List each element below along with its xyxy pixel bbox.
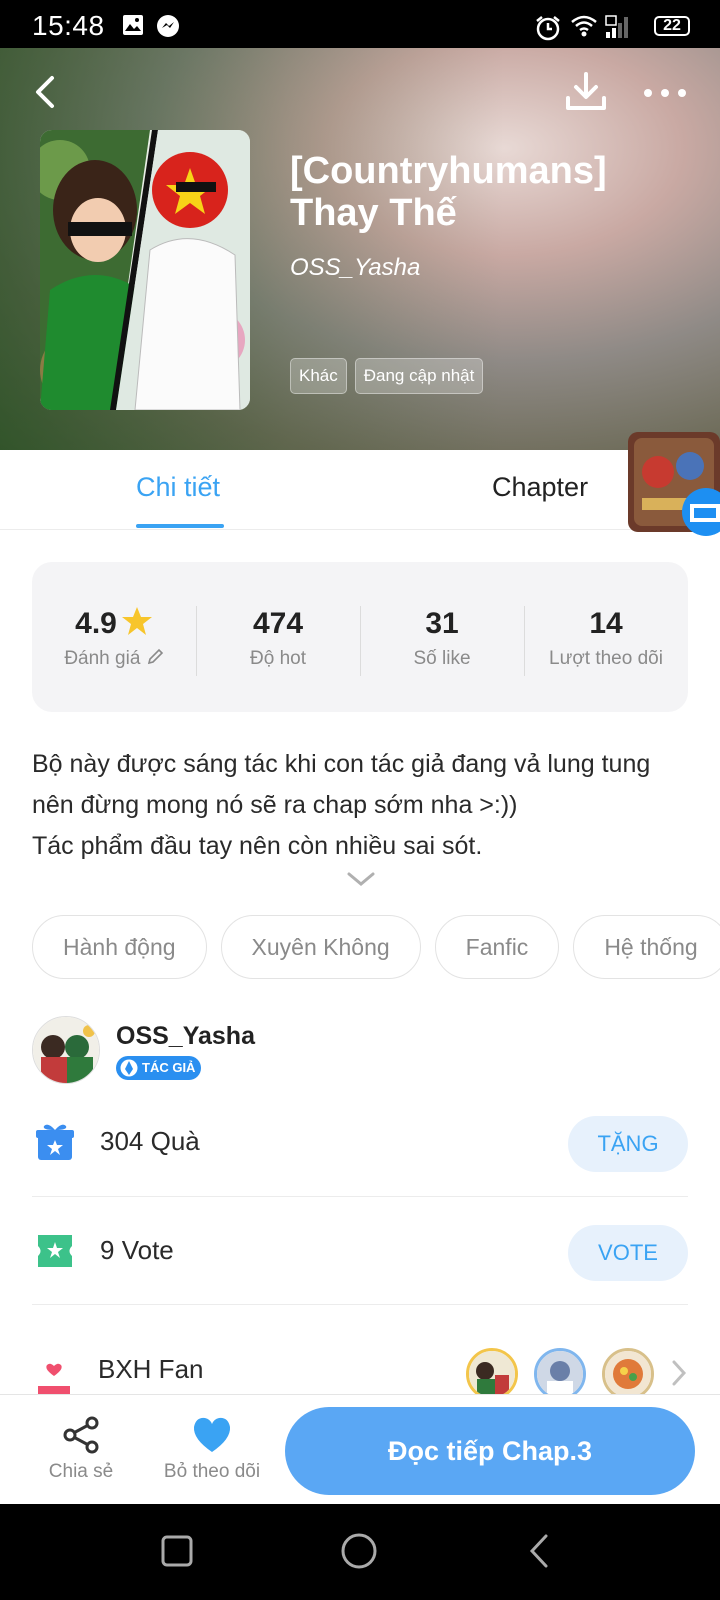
stat-hot: 474 Độ hot	[196, 604, 360, 676]
status-bar: 15:48 22	[0, 0, 720, 48]
gift-icon	[36, 1124, 74, 1160]
battery-indicator: 22	[654, 16, 690, 36]
story-author[interactable]: OSS_Yasha	[290, 254, 420, 282]
vote-count: 9	[100, 1235, 115, 1265]
gift-button[interactable]: TẶNG	[568, 1116, 688, 1172]
top-fans	[466, 1348, 654, 1400]
system-navigation-bar	[0, 1504, 720, 1600]
messenger-notification-icon	[157, 15, 179, 37]
recent-apps-icon[interactable]	[160, 1534, 194, 1568]
wifi-icon	[571, 15, 597, 37]
chevron-right-icon[interactable]	[670, 1358, 688, 1388]
share-button[interactable]: Chia sẻ	[46, 1415, 116, 1483]
story-description[interactable]: Bộ này được sáng tác khi con tác giả đan…	[32, 744, 692, 867]
likes-label: Số like	[413, 648, 471, 669]
back-arrow-icon[interactable]	[26, 70, 70, 114]
tag-category[interactable]: Khác	[290, 358, 347, 394]
hot-value: 474	[252, 607, 304, 640]
stat-likes: 31 Số like	[360, 604, 524, 676]
status-time: 15:48	[32, 10, 105, 41]
tab-bar: Chi tiết Chapter	[0, 450, 720, 530]
more-options-icon[interactable]	[640, 76, 690, 110]
followers-label: Lượt theo dõi	[549, 648, 663, 669]
stat-followers: 14 Lượt theo dõi	[524, 604, 688, 676]
fan-ranking-row[interactable]: BXH Fan	[32, 1340, 688, 1402]
votes-row: 9 Vote VOTE	[32, 1197, 688, 1305]
description-line-1: Bộ này được sáng tác khi con tác giả đan…	[32, 750, 651, 819]
tag-status: Đang cập nhật	[354, 358, 484, 394]
genre-chip[interactable]: Xuyên Không	[220, 915, 421, 979]
genre-chip[interactable]: Hành động	[32, 915, 207, 979]
author-profile[interactable]: OSS_Yasha TÁC GIẢ	[32, 1016, 692, 1086]
expand-chevron-icon[interactable]	[346, 870, 376, 890]
rating-label: Đánh giá	[64, 648, 141, 669]
tab-chapter[interactable]: Chapter	[492, 472, 588, 503]
share-label: Chia sẻ	[48, 1461, 114, 1482]
alarm-icon	[536, 16, 560, 41]
share-icon	[63, 1416, 99, 1454]
hot-label: Độ hot	[250, 648, 306, 669]
signal-icon	[605, 15, 628, 38]
gift-count: 304	[100, 1126, 144, 1156]
unfollow-label: Bỏ theo dõi	[163, 1461, 261, 1482]
author-avatar[interactable]	[32, 1016, 100, 1084]
description-line-2: Tác phẩm đầu tay nên còn nhiều sai sót.	[32, 832, 483, 860]
likes-value: 31	[425, 607, 459, 640]
fan-ranking-title: BXH Fan	[98, 1354, 204, 1384]
star-icon	[121, 607, 152, 635]
home-icon[interactable]	[340, 1532, 378, 1570]
fan-avatar[interactable]	[602, 1348, 654, 1400]
rating-value: 4.9	[75, 607, 117, 640]
story-cover-image[interactable]	[40, 130, 250, 410]
gift-label: Quà	[150, 1126, 200, 1156]
stat-rating[interactable]: 4.9 Đánh giá	[32, 604, 196, 670]
author-role-badge: TÁC GIẢ	[116, 1056, 202, 1080]
system-back-icon[interactable]	[526, 1532, 552, 1570]
story-title: [Countryhumans] Thay Thế	[290, 150, 607, 234]
continue-reading-button[interactable]: Đọc tiếp Chap.3	[285, 1407, 695, 1495]
fan-avatar[interactable]	[534, 1348, 586, 1400]
gifts-row: 304 Quà TẶNG	[32, 1088, 688, 1196]
quill-icon	[120, 1059, 138, 1077]
author-name: OSS_Yasha	[116, 1022, 255, 1050]
author-badge-label: TÁC GIẢ	[142, 1060, 196, 1075]
story-status-tags: Khác Đang cập nhật	[290, 358, 484, 394]
download-icon[interactable]	[562, 68, 610, 116]
bottom-action-bar: Chia sẻ Bỏ theo dõi Đọc tiếp Chap.3	[0, 1394, 720, 1504]
followers-value: 14	[589, 607, 623, 640]
story-stats: 4.9 Đánh giá 474 Độ hot 31 Số like 14 Lư…	[32, 562, 688, 712]
image-notification-icon	[123, 15, 143, 35]
edit-pencil-icon[interactable]	[146, 648, 164, 666]
fan-avatar[interactable]	[466, 1348, 518, 1400]
genre-chips: Hành động Xuyên Không Fanfic Hệ thống	[32, 915, 720, 981]
genre-chip[interactable]: Fanfic	[434, 915, 560, 979]
vote-button[interactable]: VOTE	[568, 1225, 688, 1281]
tab-details[interactable]: Chi tiết	[136, 472, 220, 503]
vote-label: Vote	[121, 1235, 174, 1265]
unfollow-button[interactable]: Bỏ theo dõi	[152, 1415, 272, 1483]
heart-icon	[193, 1417, 231, 1452]
genre-chip[interactable]: Hệ thống	[573, 915, 720, 979]
story-header: [Countryhumans] Thay Thế OSS_Yasha Khác …	[0, 48, 720, 450]
active-tab-indicator	[136, 524, 224, 528]
vote-ticket-icon	[38, 1235, 72, 1267]
floating-game-ad[interactable]	[628, 432, 720, 540]
